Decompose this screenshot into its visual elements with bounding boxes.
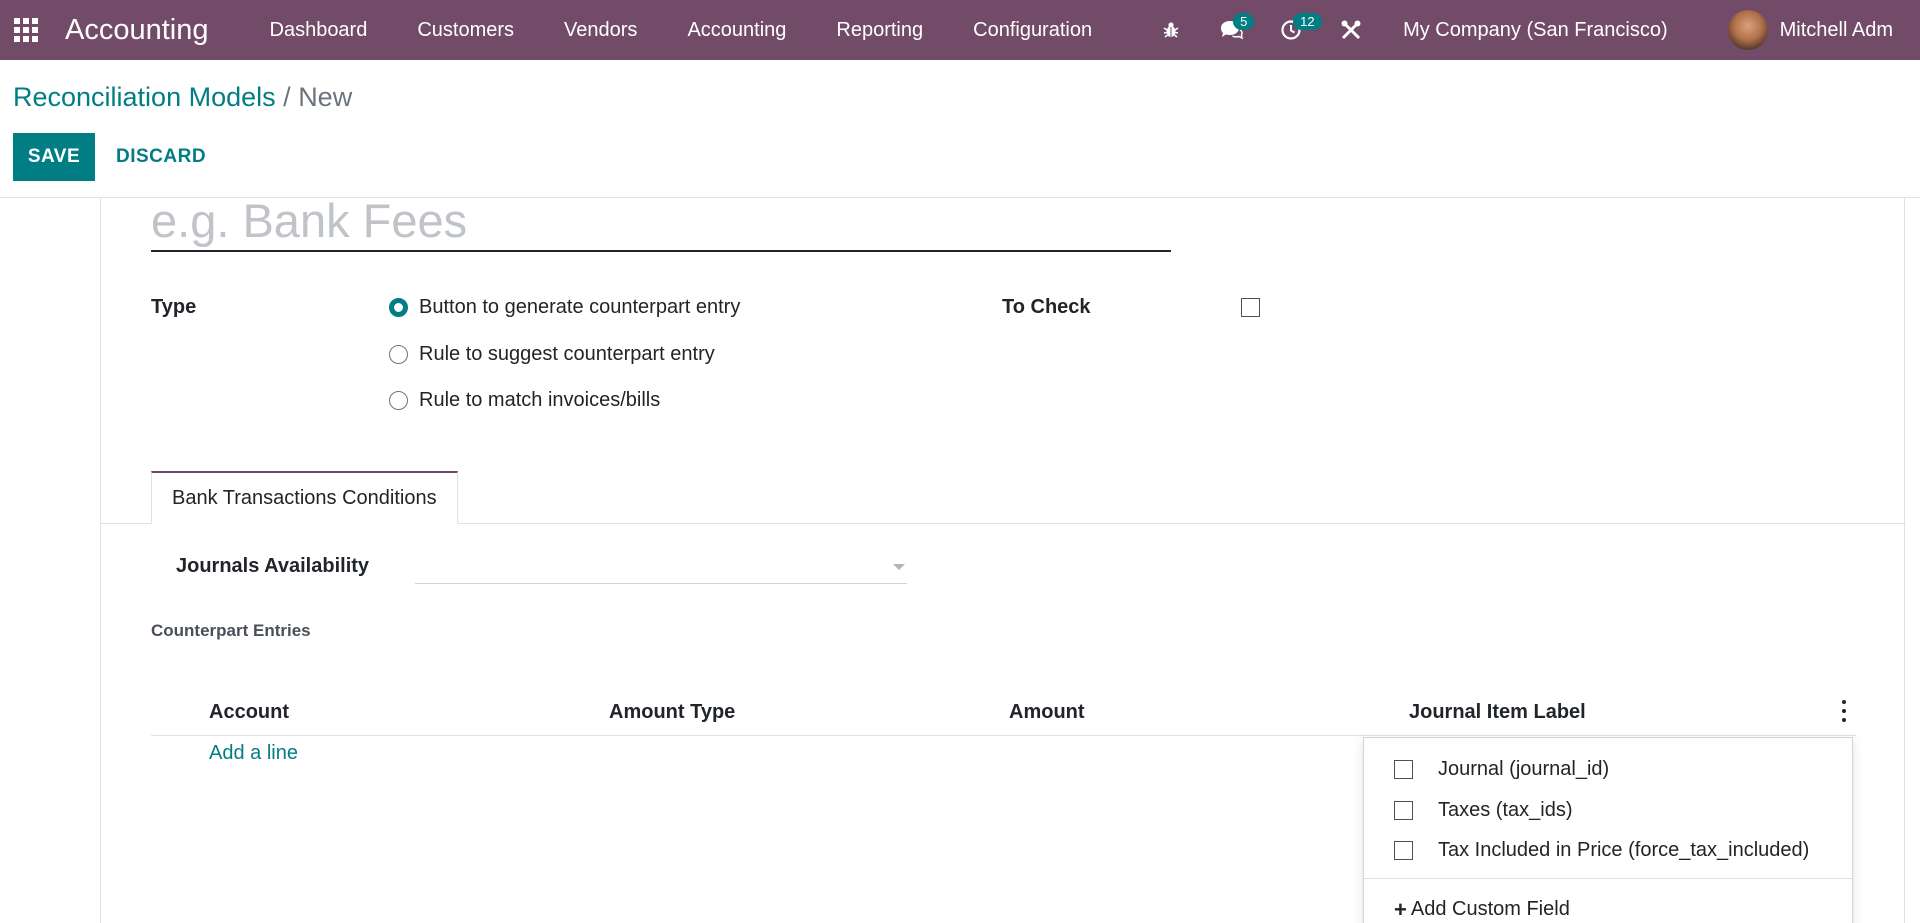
optional-column-label: Taxes (tax_ids) — [1438, 799, 1573, 821]
optional-column-tax-included[interactable]: Tax Included in Price (force_tax_include… — [1394, 839, 1809, 862]
type-option-suggest[interactable]: Rule to suggest counterpart entry — [389, 343, 715, 366]
type-label: Type — [151, 296, 197, 318]
column-journal-item-label[interactable]: Journal Item Label — [1409, 701, 1586, 724]
menu-customers[interactable]: Customers — [417, 19, 514, 42]
optional-column-label: Tax Included in Price (force_tax_include… — [1438, 839, 1810, 861]
tools-icon[interactable] — [1331, 10, 1371, 50]
counterpart-entries-label: Counterpart Entries — [151, 621, 311, 640]
radio-checked-icon[interactable] — [389, 298, 408, 317]
radio-unchecked-icon[interactable] — [389, 345, 408, 364]
journals-availability-select[interactable] — [415, 546, 907, 584]
optional-column-label: Journal (journal_id) — [1438, 758, 1610, 780]
company-switcher[interactable]: My Company (San Francisco) — [1403, 19, 1668, 42]
bug-icon[interactable] — [1151, 10, 1191, 50]
checkbox-icon[interactable] — [1394, 760, 1413, 779]
column-account[interactable]: Account — [209, 701, 289, 724]
menu-reporting[interactable]: Reporting — [836, 19, 923, 42]
dropdown-divider — [1364, 878, 1852, 879]
type-option-button[interactable]: Button to generate counterpart entry — [389, 296, 740, 319]
checkbox-icon[interactable] — [1394, 841, 1413, 860]
breadcrumb: Reconciliation Models / New — [13, 82, 352, 113]
type-option-label: Button to generate counterpart entry — [419, 296, 741, 318]
radio-unchecked-icon[interactable] — [389, 391, 408, 410]
menu-vendors[interactable]: Vendors — [564, 19, 637, 42]
activities-badge: 12 — [1293, 13, 1322, 30]
add-custom-field-button[interactable]: + Add Custom Field — [1394, 898, 1570, 921]
optional-column-journal[interactable]: Journal (journal_id) — [1394, 758, 1609, 781]
menu-dashboard[interactable]: Dashboard — [270, 19, 368, 42]
discard-button[interactable]: DISCARD — [104, 133, 218, 181]
breadcrumb-parent[interactable]: Reconciliation Models — [13, 82, 276, 112]
app-title[interactable]: Accounting — [65, 14, 209, 47]
menu-configuration[interactable]: Configuration — [973, 19, 1092, 42]
add-line-link[interactable]: Add a line — [209, 742, 298, 765]
optional-columns-dropdown: Journal (journal_id) Taxes (tax_ids) Tax… — [1363, 737, 1853, 923]
type-option-label: Rule to suggest counterpart entry — [419, 343, 715, 365]
to-check-label: To Check — [1002, 296, 1091, 318]
form-sheet: Type Button to generate counterpart entr… — [100, 190, 1906, 923]
user-menu[interactable]: Mitchell Adm — [1780, 19, 1893, 42]
checkbox-icon[interactable] — [1394, 801, 1413, 820]
add-custom-field-label: Add Custom Field — [1410, 898, 1570, 920]
tab-bank-transactions-conditions[interactable]: Bank Transactions Conditions — [151, 471, 458, 524]
systray: 5 12 — [1141, 10, 1381, 50]
save-button[interactable]: SAVE — [13, 133, 95, 181]
to-check-checkbox[interactable] — [1241, 298, 1260, 317]
journals-availability-label: Journals Availability — [176, 555, 370, 577]
type-option-label: Rule to match invoices/bills — [419, 389, 661, 411]
kebab-icon[interactable] — [1841, 700, 1847, 722]
chat-icon[interactable]: 5 — [1211, 10, 1255, 50]
clock-icon[interactable]: 12 — [1271, 10, 1322, 50]
tab-label: Bank Transactions Conditions — [172, 486, 437, 509]
top-navbar: Accounting Dashboard Customers Vendors A… — [0, 0, 1920, 60]
name-input[interactable] — [151, 190, 1171, 252]
chevron-down-icon — [893, 564, 905, 570]
type-option-match[interactable]: Rule to match invoices/bills — [389, 389, 660, 412]
plus-icon: + — [1394, 896, 1407, 922]
user-avatar[interactable] — [1727, 10, 1768, 50]
breadcrumb-current: New — [298, 82, 353, 112]
breadcrumb-separator: / — [283, 82, 291, 112]
column-amount[interactable]: Amount — [1009, 701, 1085, 724]
menu-accounting[interactable]: Accounting — [687, 19, 786, 42]
messages-badge: 5 — [1233, 13, 1255, 30]
column-amount-type[interactable]: Amount Type — [609, 701, 735, 724]
counterpart-table-header: Account Amount Type Amount Journal Item … — [151, 688, 1856, 736]
optional-column-taxes[interactable]: Taxes (tax_ids) — [1394, 799, 1573, 822]
apps-grid-icon[interactable] — [11, 15, 41, 45]
